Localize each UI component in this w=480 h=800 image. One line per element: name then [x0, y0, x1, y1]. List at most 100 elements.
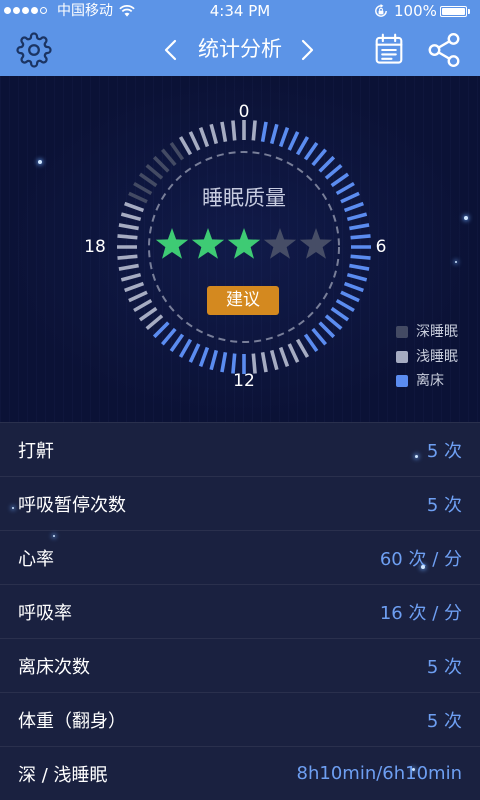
dial-tick-light [287, 343, 300, 363]
background-star [421, 565, 425, 569]
legend-swatch [396, 326, 408, 338]
stat-label: 体重（翻身） [18, 710, 126, 732]
dial-tick-light [178, 136, 193, 156]
dial-tick-away [311, 148, 328, 167]
signal-dot [40, 7, 47, 14]
legend-label: 深睡眠 [416, 324, 458, 340]
sleep-quality-rating [154, 226, 334, 262]
dial-tick-away [220, 352, 228, 373]
chevron-left-icon[interactable] [163, 39, 179, 61]
dial-tick-light [118, 263, 139, 271]
background-star [415, 455, 418, 458]
stat-row-heart-rate: 心率 60 次 / 分 [0, 530, 480, 584]
stat-row-deep-light-sleep: 深 / 浅睡眠 8h10min/6h10min [0, 746, 480, 800]
dial-tick-light [145, 314, 164, 331]
dial-tick-light [118, 223, 139, 231]
share-icon[interactable] [424, 31, 464, 69]
sleep-stats-screen: 中国移动 4:34 PM 100% 统计分析 0 6 12 18 睡眠质量 建议… [0, 0, 480, 800]
dial-tick-away [318, 321, 336, 339]
signal-dot [4, 7, 11, 14]
battery-fill [442, 8, 465, 15]
dial-tick-light [138, 306, 158, 322]
chevron-right-icon[interactable] [299, 39, 315, 61]
dial-tick-away [311, 327, 328, 346]
stat-value: 5 次 [426, 656, 462, 678]
legend-item-deep-sleep: 深睡眠 [396, 323, 458, 341]
legend-item-light-sleep: 浅睡眠 [396, 348, 458, 366]
dial-tick-away [303, 333, 319, 353]
dial-tick-away [295, 136, 310, 156]
stat-row-body-movement: 体重（翻身） 5 次 [0, 692, 480, 746]
dial-tick-away [169, 333, 185, 353]
dial-tick-light [124, 281, 145, 293]
dial-tick-deep [152, 155, 170, 173]
dial-tick-away [209, 349, 219, 371]
stat-label: 离床次数 [18, 656, 90, 678]
stat-value: 5 次 [426, 710, 462, 732]
hour-label-0: 0 [238, 102, 250, 122]
signal-strength [4, 7, 47, 15]
star-empty-icon [299, 228, 333, 259]
dial-tick-deep [169, 141, 185, 161]
dial-tick-away [343, 201, 364, 213]
background-star [12, 507, 14, 509]
stat-label: 心率 [18, 548, 54, 570]
background-star [412, 768, 415, 771]
stat-value: 8h10min/6h10min [296, 763, 462, 784]
dial-tick-light [260, 352, 268, 373]
nav-bar: 统计分析 [0, 22, 480, 76]
dial-tick-away [349, 223, 370, 231]
background-star [464, 216, 468, 220]
gear-icon[interactable] [16, 32, 52, 68]
stat-value: 5 次 [426, 494, 462, 516]
dial-tick-away [260, 121, 268, 142]
dial-tick-away [198, 346, 210, 367]
background-star [455, 261, 457, 263]
battery-nub [468, 9, 470, 14]
stat-value: 5 次 [426, 440, 462, 462]
battery-body [440, 6, 467, 17]
dial-tick-light [231, 120, 237, 141]
dial-tick-away [346, 272, 368, 282]
stat-row-apnea: 呼吸暂停次数 5 次 [0, 476, 480, 530]
legend-swatch [396, 375, 408, 387]
dial-tick-away [188, 343, 201, 363]
dial-tick-light [198, 127, 210, 148]
dial-tick-light [269, 349, 279, 371]
star-empty-icon [263, 228, 297, 259]
dial-tick-light [120, 212, 142, 222]
dial-tick-deep [160, 148, 177, 167]
signal-dot [13, 7, 20, 14]
dial-tick-away [324, 314, 343, 331]
page-title: 统计分析 [198, 37, 282, 61]
stat-label: 深 / 浅睡眠 [18, 764, 108, 786]
dial-tick-light [220, 121, 228, 142]
dial-tick-away [160, 327, 177, 346]
dial-tick-away [278, 127, 290, 148]
dial-tick-away [349, 263, 370, 271]
dial-tick-light [124, 201, 145, 213]
dial-tick-light [117, 254, 138, 260]
sleep-dial-panel: 0 6 12 18 睡眠质量 建议 深睡眠 浅睡眠 离床 [0, 76, 480, 422]
dial-tick-away [269, 123, 279, 145]
calendar-icon[interactable] [374, 33, 404, 65]
dial-tick-away [303, 141, 319, 161]
hour-label-6: 6 [375, 237, 387, 257]
status-bar: 中国移动 4:34 PM 100% [0, 0, 480, 22]
header-bar: 中国移动 4:34 PM 100% 统计分析 [0, 0, 480, 76]
advice-button[interactable]: 建议 [207, 286, 279, 315]
dial-tick-away [178, 338, 193, 358]
stat-row-respiration-rate: 呼吸率 16 次 / 分 [0, 584, 480, 638]
star-filled-icon [227, 228, 261, 259]
dial-tick-light [295, 338, 310, 358]
stat-row-snoring: 打鼾 5 次 [0, 422, 480, 476]
dial-tick-away [335, 298, 355, 313]
dial-tick-away [343, 281, 364, 293]
signal-dot [22, 7, 29, 14]
star-filled-icon [191, 228, 225, 259]
battery-icon [440, 6, 472, 17]
dial-tick-light [128, 290, 148, 303]
star-filled-icon [155, 228, 189, 259]
stat-label: 呼吸暂停次数 [18, 494, 126, 516]
legend-swatch [396, 351, 408, 363]
